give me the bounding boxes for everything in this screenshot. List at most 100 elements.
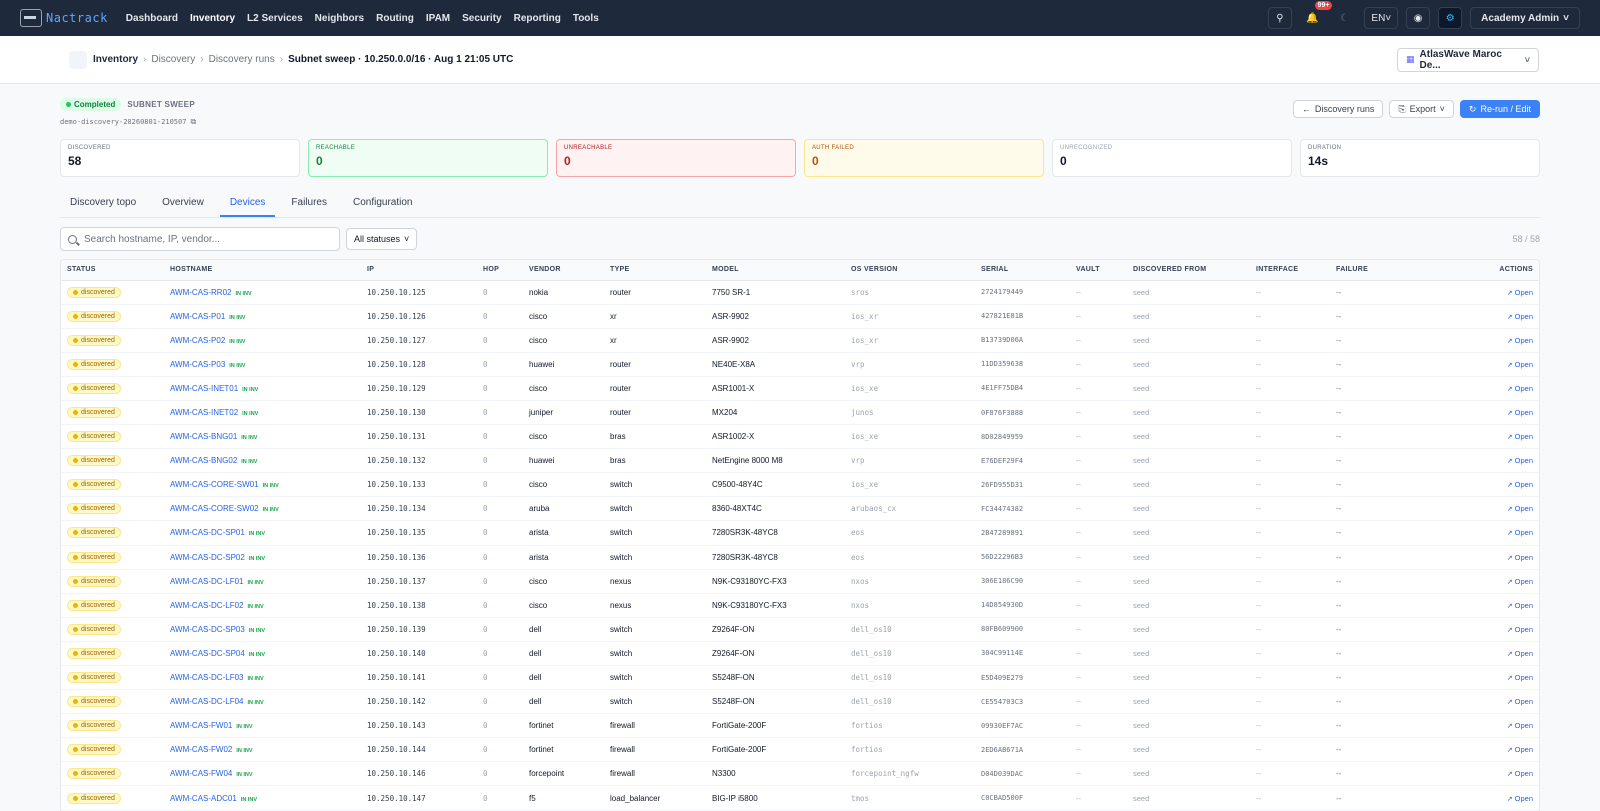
- table-row[interactable]: discovered AWM-CAS-INET01 IN INV 10.250.10.…: [61, 376, 1539, 401]
- open-button[interactable]: ↗ Open: [1507, 553, 1533, 562]
- col-ip[interactable]: IP: [361, 260, 477, 281]
- open-button[interactable]: ↗ Open: [1507, 384, 1533, 393]
- nav-routing[interactable]: Routing: [376, 13, 414, 24]
- table-row[interactable]: discovered AWM-CAS-CORE-SW02 IN INV 10.250.…: [61, 496, 1539, 522]
- open-button[interactable]: ↗ Open: [1507, 528, 1533, 537]
- nav-dashboard[interactable]: Dashboard: [126, 13, 178, 24]
- nav-neighbors[interactable]: Neighbors: [315, 13, 364, 24]
- assistant-button[interactable]: ◉: [1406, 7, 1431, 29]
- notifications-button[interactable]: 🔔 99+: [1299, 1, 1333, 29]
- breadcrumb-discovery[interactable]: Discovery: [151, 54, 195, 65]
- open-button[interactable]: ↗ Open: [1507, 697, 1533, 706]
- hostname-link[interactable]: AWM-CAS-P03: [170, 360, 225, 369]
- table-row[interactable]: discovered AWM-CAS-ADC01 IN INV 10.250.10.1…: [61, 785, 1539, 811]
- col-hop[interactable]: HOP: [477, 260, 523, 281]
- table-row[interactable]: discovered AWM-CAS-CORE-SW01 IN INV 10.250.…: [61, 472, 1539, 498]
- copy-icon[interactable]: ⧉: [190, 117, 196, 127]
- app-logo[interactable]: Nactrack: [20, 9, 108, 27]
- open-button[interactable]: ↗ Open: [1507, 721, 1533, 730]
- tab-devices[interactable]: Devices: [219, 190, 276, 217]
- table-row[interactable]: discovered AWM-CAS-DC-SP03 IN INV 10.250.10…: [61, 617, 1539, 642]
- open-button[interactable]: ↗ Open: [1507, 504, 1533, 513]
- open-button[interactable]: ↗ Open: [1507, 336, 1533, 345]
- col-hostname[interactable]: HOSTNAME: [164, 260, 361, 281]
- tab-failures[interactable]: Failures: [281, 190, 337, 217]
- hostname-link[interactable]: AWM-CAS-DC-SP04: [170, 649, 245, 658]
- nav-inventory[interactable]: Inventory: [190, 13, 235, 24]
- col-discovered-from[interactable]: DISCOVERED FROM: [1127, 260, 1250, 281]
- hostname-link[interactable]: AWM-CAS-FW04: [170, 769, 232, 778]
- open-button[interactable]: ↗ Open: [1507, 408, 1533, 417]
- tenant-select[interactable]: ▦ AtlasWave Maroc De... ˅: [1397, 47, 1539, 72]
- hostname-link[interactable]: AWM-CAS-INET02: [170, 408, 238, 417]
- table-row[interactable]: discovered AWM-CAS-P02 IN INV 10.250.10.127…: [61, 328, 1539, 353]
- hostname-link[interactable]: AWM-CAS-DC-SP02: [170, 553, 245, 562]
- hostname-link[interactable]: AWM-CAS-FW02: [170, 745, 232, 754]
- table-row[interactable]: discovered AWM-CAS-DC-SP02 IN INV 10.250.10…: [61, 545, 1539, 570]
- table-row[interactable]: discovered AWM-CAS-DC-SP01 IN INV 10.250.10…: [61, 520, 1539, 546]
- hostname-link[interactable]: AWM-CAS-CORE-SW02: [170, 504, 259, 513]
- col-os-version[interactable]: OS VERSION: [845, 260, 975, 281]
- open-button[interactable]: ↗ Open: [1507, 360, 1533, 369]
- table-row[interactable]: discovered AWM-CAS-DC-SP04 IN INV 10.250.10…: [61, 641, 1539, 667]
- col-vendor[interactable]: VENDOR: [523, 260, 604, 281]
- breadcrumb-inventory[interactable]: Inventory: [93, 54, 138, 65]
- open-button[interactable]: ↗ Open: [1507, 456, 1533, 465]
- table-row[interactable]: discovered AWM-CAS-DC-LF02 IN INV 10.250.10…: [61, 593, 1539, 618]
- hostname-link[interactable]: AWM-CAS-ADC01: [170, 794, 237, 803]
- col-failure[interactable]: FAILURE: [1330, 260, 1440, 281]
- table-row[interactable]: discovered AWM-CAS-FW02 IN INV 10.250.10.14…: [61, 737, 1539, 763]
- open-button[interactable]: ↗ Open: [1507, 649, 1533, 658]
- sidebar-toggle[interactable]: [69, 50, 87, 69]
- nav-reporting[interactable]: Reporting: [514, 13, 561, 24]
- rerun-button[interactable]: ↻ Re-run / Edit: [1459, 100, 1540, 118]
- table-row[interactable]: discovered AWM-CAS-P01 IN INV 10.250.10.126…: [61, 304, 1539, 329]
- export-button[interactable]: ⎘ Export ˅: [1389, 100, 1454, 118]
- hostname-link[interactable]: AWM-CAS-INET01: [170, 384, 238, 393]
- table-row[interactable]: discovered AWM-CAS-P03 IN INV 10.250.10.128…: [61, 352, 1539, 377]
- tab-overview[interactable]: Overview: [152, 190, 214, 217]
- hostname-link[interactable]: AWM-CAS-CORE-SW01: [170, 480, 259, 489]
- col-status[interactable]: STATUS: [61, 260, 164, 281]
- back-to-runs-button[interactable]: ← Discovery runs: [1292, 100, 1384, 118]
- hostname-link[interactable]: AWM-CAS-P02: [170, 336, 225, 345]
- nav-security[interactable]: Security: [462, 13, 501, 24]
- hostname-link[interactable]: AWM-CAS-DC-LF01: [170, 577, 243, 586]
- hostname-link[interactable]: AWM-CAS-RR02: [170, 288, 231, 297]
- col-interface[interactable]: INTERFACE: [1250, 260, 1330, 281]
- open-button[interactable]: ↗ Open: [1507, 312, 1533, 321]
- hostname-link[interactable]: AWM-CAS-BNG01: [170, 432, 237, 441]
- hostname-link[interactable]: AWM-CAS-DC-LF04: [170, 697, 243, 706]
- col-model[interactable]: MODEL: [706, 260, 845, 281]
- col-vault[interactable]: VAULT: [1070, 260, 1127, 281]
- table-row[interactable]: discovered AWM-CAS-RR02 IN INV 10.250.10.12…: [61, 280, 1539, 305]
- tab-configuration[interactable]: Configuration: [343, 190, 422, 217]
- hostname-link[interactable]: AWM-CAS-P01: [170, 312, 225, 321]
- table-row[interactable]: discovered AWM-CAS-DC-LF03 IN INV 10.250.10…: [61, 665, 1539, 691]
- search-button[interactable]: ⚲: [1267, 7, 1292, 29]
- nav-tools[interactable]: Tools: [573, 13, 599, 24]
- nav-l2-services[interactable]: L2 Services: [247, 13, 303, 24]
- open-button[interactable]: ↗ Open: [1507, 577, 1533, 586]
- open-button[interactable]: ↗ Open: [1507, 432, 1533, 441]
- open-button[interactable]: ↗ Open: [1507, 601, 1533, 610]
- table-row[interactable]: discovered AWM-CAS-BNG01 IN INV 10.250.10.1…: [61, 424, 1539, 450]
- table-row[interactable]: discovered AWM-CAS-FW04 IN INV 10.250.10.14…: [61, 761, 1539, 787]
- hostname-link[interactable]: AWM-CAS-FW01: [170, 721, 232, 730]
- open-button[interactable]: ↗ Open: [1507, 745, 1533, 754]
- theme-toggle[interactable]: ☾: [1332, 7, 1357, 29]
- table-row[interactable]: discovered AWM-CAS-BNG02 IN INV 10.250.10.1…: [61, 448, 1539, 474]
- hostname-link[interactable]: AWM-CAS-DC-LF02: [170, 601, 243, 610]
- table-row[interactable]: discovered AWM-CAS-DC-LF01 IN INV 10.250.10…: [61, 569, 1539, 594]
- hostname-link[interactable]: AWM-CAS-DC-LF03: [170, 673, 243, 682]
- open-button[interactable]: ↗ Open: [1507, 288, 1533, 297]
- hostname-link[interactable]: AWM-CAS-BNG02: [170, 456, 237, 465]
- settings-button[interactable]: ⚙: [1438, 7, 1463, 29]
- col-type[interactable]: TYPE: [604, 260, 706, 281]
- open-button[interactable]: ↗ Open: [1507, 769, 1533, 778]
- tab-discovery-topo[interactable]: Discovery topo: [60, 190, 146, 217]
- open-button[interactable]: ↗ Open: [1507, 673, 1533, 682]
- table-row[interactable]: discovered AWM-CAS-DC-LF04 IN INV 10.250.10…: [61, 689, 1539, 715]
- table-row[interactable]: discovered AWM-CAS-FW01 IN INV 10.250.10.14…: [61, 713, 1539, 739]
- open-button[interactable]: ↗ Open: [1507, 625, 1533, 634]
